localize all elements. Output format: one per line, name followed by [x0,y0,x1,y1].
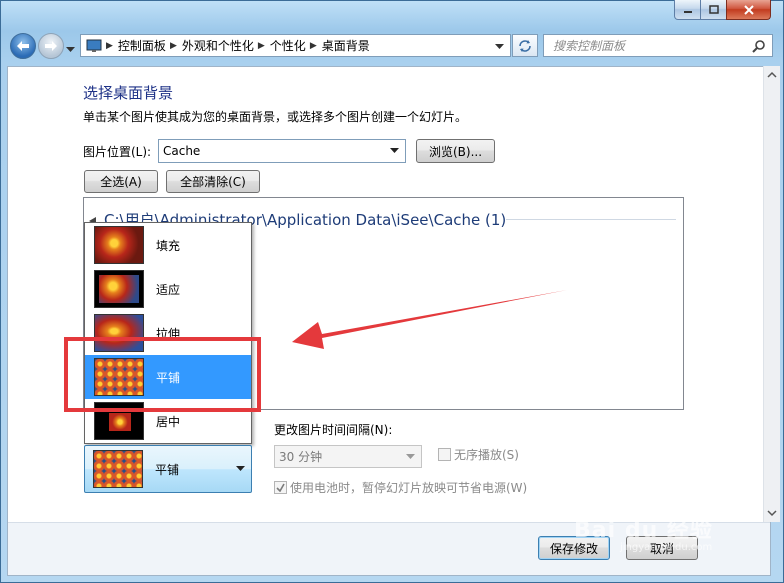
tile-thumbnail-icon [93,450,143,488]
chevron-down-icon [236,466,245,471]
breadcrumb-separator-icon: ▶ [106,40,113,51]
breadcrumb-separator-icon: ▶ [169,40,177,51]
chevron-down-icon [66,47,75,52]
chevron-down-icon [406,453,415,459]
picture-location-value: Cache [163,144,201,158]
minimize-icon [683,10,692,13]
close-icon [743,4,754,15]
chevron-up-icon[interactable] [764,69,780,81]
fill-thumbnail-icon [94,226,144,264]
highlight-box [64,337,261,412]
minimize-button[interactable] [674,0,701,20]
position-option-label: 适应 [156,282,181,297]
baidu-watermark: Bai du 经验 [574,518,713,543]
refresh-button[interactable] [512,34,538,57]
interval-label: 更改图片时间间隔(N): [274,423,393,437]
position-option-fill[interactable]: 填充 [85,223,251,267]
maximize-icon [708,5,719,14]
arrow-left-icon [17,41,29,51]
watermark-url: jingyan.baidu.com [620,542,713,553]
forward-button[interactable] [38,33,64,59]
checkmark-icon [276,483,285,492]
picture-position-combo[interactable]: 平铺 [84,445,252,493]
control-panel-icon [86,39,102,52]
refresh-icon [519,39,531,52]
shuffle-label: 无序播放(S) [454,448,519,462]
breadcrumb-appearance[interactable]: 外观和个性化 [182,37,254,54]
picture-location-select[interactable]: Cache [158,139,406,163]
shuffle-checkbox[interactable] [438,448,451,461]
select-all-button[interactable]: 全选(A) [84,170,158,193]
clear-all-button[interactable]: 全部清除(C) [166,170,260,193]
address-dropdown-icon[interactable] [495,39,504,53]
search-placeholder: 搜索控制面板 [553,39,626,53]
group-divider [506,219,676,220]
interval-select[interactable]: 30 分钟 [274,445,422,468]
breadcrumb-separator-icon: ▶ [257,40,265,51]
interval-value: 30 分钟 [279,450,323,464]
search-box[interactable]: 搜索控制面板 [543,34,773,57]
position-option-label: 居中 [156,414,181,429]
back-button[interactable] [10,33,36,59]
breadcrumb-control-panel[interactable]: 控制面板 [118,37,166,54]
close-button[interactable] [726,0,771,20]
chevron-down-icon [390,148,399,153]
picture-location-label: 图片位置(L): [83,145,152,159]
picture-position-value: 平铺 [155,462,180,477]
recent-pages-dropdown[interactable] [66,42,75,56]
browse-button[interactable]: 浏览(B)... [416,139,495,163]
arrow-right-icon [45,41,57,51]
chevron-down-icon[interactable] [764,507,780,519]
search-icon [752,39,765,53]
address-bar[interactable]: ▶ 控制面板 ▶ 外观和个性化 ▶ 个性化 ▶ 桌面背景 [80,34,511,57]
battery-label: 使用电池时，暂停幻灯片放映可节省电源(W) [290,481,528,495]
page-title: 选择桌面背景 [83,84,174,102]
position-option-label: 填充 [156,238,181,253]
battery-checkbox[interactable] [274,481,287,494]
breadcrumb-personalization[interactable]: 个性化 [270,37,306,54]
maximize-button[interactable] [700,0,727,20]
position-option-fit[interactable]: 适应 [85,267,251,311]
breadcrumb-desktop-background[interactable]: 桌面背景 [322,37,370,54]
fit-thumbnail-icon [94,270,144,308]
vertical-scrollbar[interactable] [763,66,780,522]
page-description: 单击某个图片使其成为您的桌面背景，或选择多个图片创建一个幻灯片。 [83,110,468,124]
breadcrumb-separator-icon: ▶ [309,40,317,51]
